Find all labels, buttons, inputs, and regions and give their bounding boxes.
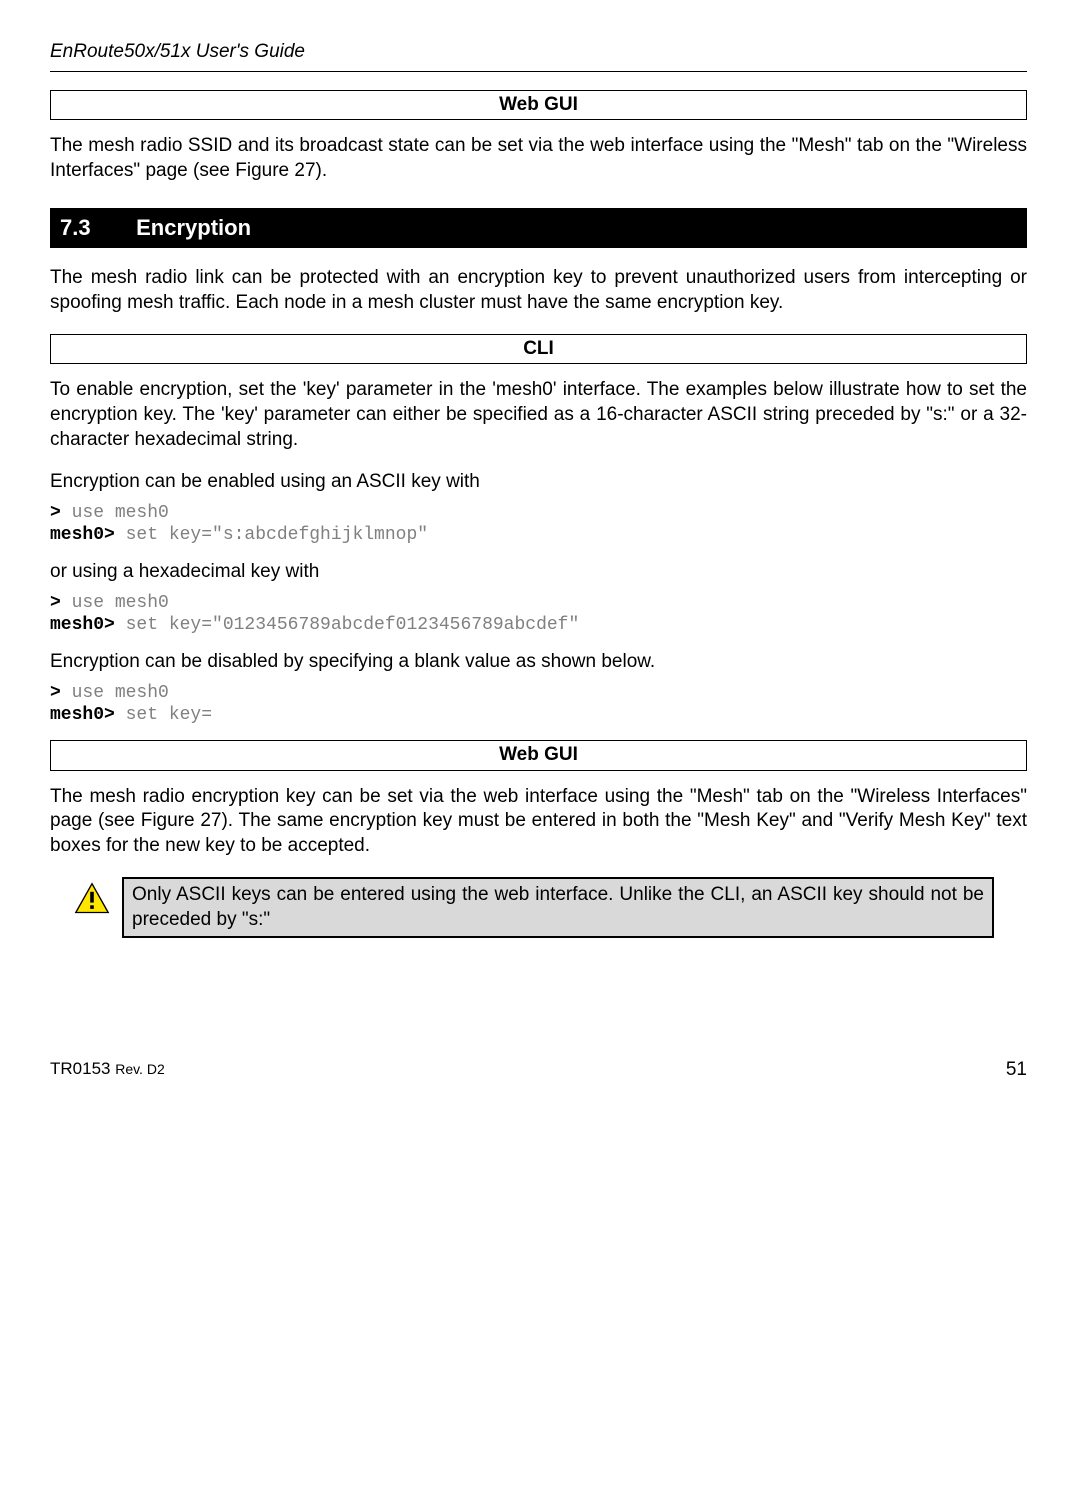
header-divider [50, 71, 1027, 72]
paragraph-1: The mesh radio SSID and its broadcast st… [50, 134, 1027, 183]
note-text: Only ASCII keys can be entered using the… [122, 877, 994, 938]
footer-page-number: 51 [1006, 1058, 1027, 1083]
cli-prompt: > [50, 503, 61, 523]
cli-command: set key="s:abcdefghijklmnop" [115, 525, 428, 545]
document-header-title: EnRoute50x/51x User's Guide [50, 40, 1027, 65]
cli-command: use mesh0 [61, 683, 169, 703]
cli-block-1: > use mesh0 mesh0> set key="s:abcdefghij… [50, 503, 1027, 546]
warning-icon [74, 881, 110, 917]
note-box: Only ASCII keys can be entered using the… [74, 877, 994, 938]
paragraph-5: or using a hexadecimal key with [50, 560, 1027, 585]
cli-prompt: > [50, 683, 61, 703]
footer-doc-id: TR0153 Rev. D2 [50, 1058, 165, 1083]
cli-command: use mesh0 [61, 503, 169, 523]
web-gui-box-2: Web GUI [50, 740, 1027, 771]
cli-command: set key="0123456789abcdef0123456789abcde… [115, 615, 579, 635]
section-number: 7.3 [60, 214, 130, 243]
section-title: Encryption [136, 215, 251, 240]
paragraph-7: The mesh radio encryption key can be set… [50, 785, 1027, 859]
paragraph-3: To enable encryption, set the 'key' para… [50, 378, 1027, 452]
cli-prompt: mesh0> [50, 705, 115, 725]
paragraph-2: The mesh radio link can be protected wit… [50, 266, 1027, 315]
paragraph-4: Encryption can be enabled using an ASCII… [50, 470, 1027, 495]
paragraph-6: Encryption can be disabled by specifying… [50, 650, 1027, 675]
cli-box: CLI [50, 334, 1027, 365]
cli-prompt: > [50, 593, 61, 613]
cli-command: set key= [115, 705, 212, 725]
section-header-encryption: 7.3 Encryption [50, 208, 1027, 249]
cli-prompt: mesh0> [50, 525, 115, 545]
cli-command: use mesh0 [61, 593, 169, 613]
footer-rev: Rev. D2 [115, 1061, 165, 1077]
cli-block-2: > use mesh0 mesh0> set key="0123456789ab… [50, 593, 1027, 636]
cli-block-3: > use mesh0 mesh0> set key= [50, 683, 1027, 726]
cli-prompt: mesh0> [50, 615, 115, 635]
page-footer: TR0153 Rev. D2 51 [50, 1058, 1027, 1083]
web-gui-box-1: Web GUI [50, 90, 1027, 121]
footer-doc: TR0153 [50, 1059, 115, 1078]
